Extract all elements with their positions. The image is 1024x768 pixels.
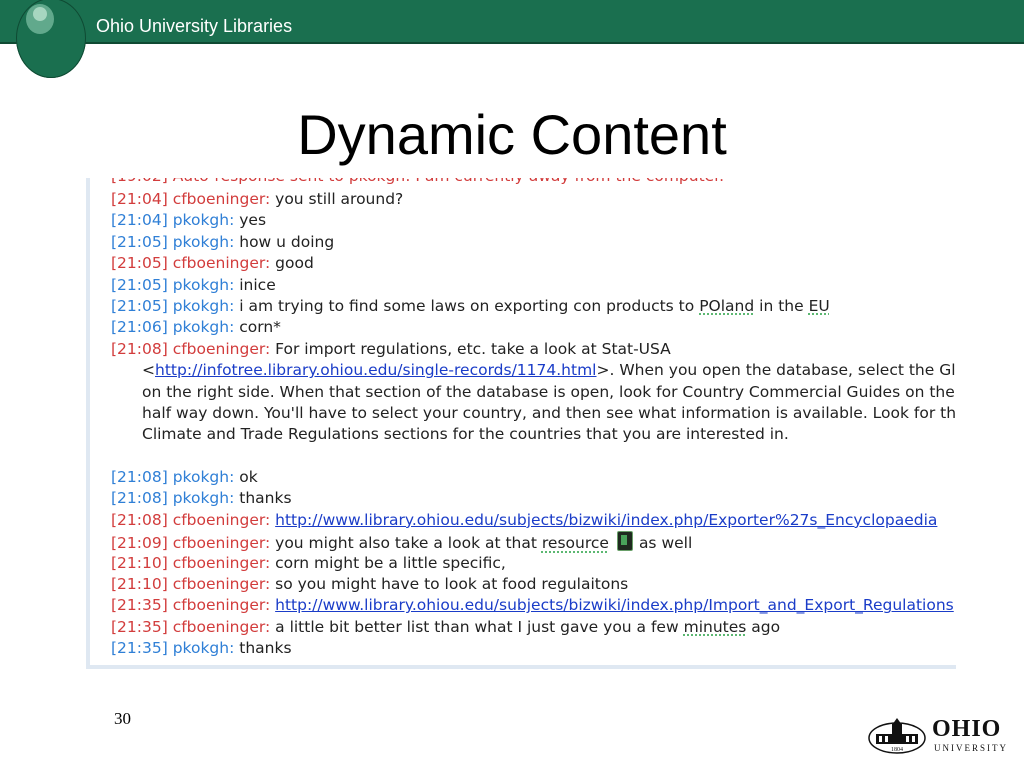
message-sender: cfboeninger: xyxy=(172,596,271,615)
message-sender: cfboeninger: xyxy=(172,575,271,594)
message-sender: pkokgh: xyxy=(172,275,235,294)
chat-message: [21:04] cfboeninger: you still around? xyxy=(111,189,956,210)
book-emoticon-icon xyxy=(616,531,633,552)
message-timestamp: [21:08] xyxy=(111,510,168,529)
chat-message: [21:35] cfboeninger: http://www.library.… xyxy=(111,595,956,616)
message-sender: cfboeninger: xyxy=(172,510,271,529)
chat-message: [21:05] pkokgh: inice xyxy=(111,275,956,296)
message-timestamp: [21:08] xyxy=(111,339,168,358)
message-text: ago xyxy=(751,617,781,636)
message-text: corn might be a little specific, xyxy=(275,553,506,572)
message-continuation: on the right side. When that section of … xyxy=(111,382,956,403)
chat-message: [21:04] pkokgh: yes xyxy=(111,210,956,231)
message-timestamp: [21:05] xyxy=(111,275,168,294)
chat-partial-top-line: [19:02] Auto-response sent to pkokgh: I … xyxy=(111,178,724,187)
message-continuation: <http://infotree.library.ohiou.edu/singl… xyxy=(111,360,956,381)
chat-message: [21:09] cfboeninger: you might also take… xyxy=(111,531,956,552)
message-timestamp: [21:35] xyxy=(111,639,168,658)
message-sender: cfboeninger: xyxy=(172,254,271,273)
message-timestamp: [21:05] xyxy=(111,296,168,315)
chat-message: [21:05] pkokgh: i am trying to find some… xyxy=(111,296,956,317)
message-text: on the right side. When that section of … xyxy=(142,382,956,401)
message-text: good xyxy=(275,254,314,273)
import-export-regulations-link[interactable]: http://www.library.ohiou.edu/subjects/bi… xyxy=(275,596,954,614)
page-number: 30 xyxy=(114,709,131,728)
chat-lines: [21:04] cfboeninger: you still around? [… xyxy=(111,189,956,660)
message-text: i am trying to find some laws on exporti… xyxy=(239,296,695,315)
chat-transcript-screenshot: [19:02] Auto-response sent to pkokgh: I … xyxy=(86,178,956,669)
chat-message: [21:10] cfboeninger: corn might be a lit… xyxy=(111,553,956,574)
message-sender: pkokgh: xyxy=(172,639,235,658)
message-text: inice xyxy=(239,275,276,294)
chat-message: [21:08] pkokgh: ok xyxy=(111,467,956,488)
chat-message: [21:05] pkokgh: how u doing xyxy=(111,232,956,253)
message-continuation: Climate and Trade Regulations sections f… xyxy=(111,424,956,445)
chat-message: [21:35] pkokgh: thanks xyxy=(111,638,956,659)
message-timestamp: [21:35] xyxy=(111,596,168,615)
message-sender: cfboeninger: xyxy=(172,190,271,208)
message-text: thanks xyxy=(239,639,292,658)
message-timestamp: [21:05] xyxy=(111,232,168,251)
chat-message: [21:06] pkokgh: corn* xyxy=(111,317,956,338)
message-text: how u doing xyxy=(239,232,335,251)
message-timestamp: [21:08] xyxy=(111,468,168,487)
message-timestamp: [21:09] xyxy=(111,534,168,553)
message-text: < xyxy=(142,361,155,380)
message-sender: pkokgh: xyxy=(172,232,235,251)
message-timestamp: [21:04] xyxy=(111,190,168,208)
message-timestamp: [21:05] xyxy=(111,254,168,273)
university-seal-icon: 1804 xyxy=(868,718,926,754)
chat-message: [21:10] cfboeninger: so you might have t… xyxy=(111,574,956,595)
spellcheck-word: POland xyxy=(699,296,755,315)
message-sender: pkokgh: xyxy=(172,489,235,508)
message-text: a little bit better list than what I jus… xyxy=(275,617,679,636)
message-text: so you might have to look at food regula… xyxy=(275,575,629,594)
message-text: For import regulations, etc. take a look… xyxy=(275,339,671,358)
exporters-encyclopaedia-link[interactable]: http://www.library.ohiou.edu/subjects/bi… xyxy=(275,511,937,529)
header-title: Ohio University Libraries xyxy=(96,16,293,36)
message-sender: pkokgh: xyxy=(172,468,235,487)
message-text: Climate and Trade Regulations sections f… xyxy=(142,425,789,444)
message-sender: pkokgh: xyxy=(172,211,235,230)
message-text: in the xyxy=(759,296,804,315)
logo-university-text: UNIVERSITY xyxy=(934,743,1008,753)
spellcheck-word: resource xyxy=(541,534,609,553)
slide-title: Dynamic Content xyxy=(297,103,727,166)
chat-message: [21:08] cfboeninger: http://www.library.… xyxy=(111,510,956,531)
message-text: half way down. You'll have to select you… xyxy=(142,403,956,422)
chat-message: [21:35] cfboeninger: a little bit better… xyxy=(111,617,956,638)
chat-message: [21:08] pkokgh: thanks xyxy=(111,488,956,509)
ohio-university-logo: 1804 OHIO UNIVERSITY xyxy=(868,716,1010,756)
message-timestamp: [21:10] xyxy=(111,575,168,594)
message-text: corn* xyxy=(239,318,281,337)
svg-text:1804: 1804 xyxy=(891,747,903,753)
message-sender: cfboeninger: xyxy=(172,339,271,358)
message-text: you might also take a look at that xyxy=(275,534,537,553)
message-text: >. When you open the database, select th… xyxy=(596,361,957,380)
message-text: ok xyxy=(239,468,258,487)
message-sender: pkokgh: xyxy=(172,296,235,315)
message-sender: cfboeninger: xyxy=(172,617,271,636)
message-timestamp: [21:08] xyxy=(111,489,168,508)
message-timestamp: [21:10] xyxy=(111,553,168,572)
message-text: thanks xyxy=(239,489,292,508)
stat-usa-link[interactable]: http://infotree.library.ohiou.edu/single… xyxy=(155,361,597,379)
message-timestamp: [21:35] xyxy=(111,617,168,636)
spellcheck-word: minutes xyxy=(683,617,747,636)
message-text: as well xyxy=(638,534,693,553)
message-sender: cfboeninger: xyxy=(172,534,271,553)
message-text: you still around? xyxy=(275,190,404,208)
message-sender: pkokgh: xyxy=(172,318,235,337)
message-timestamp: [21:04] xyxy=(111,211,168,230)
chat-message: [21:08] cfboeninger: For import regulati… xyxy=(111,339,956,360)
message-timestamp: [21:06] xyxy=(111,318,168,337)
chat-message: [21:05] cfboeninger: good xyxy=(111,253,956,274)
logo-ohio-text: OHIO xyxy=(932,716,1002,742)
message-continuation: half way down. You'll have to select you… xyxy=(111,403,956,424)
spellcheck-word: EU xyxy=(808,296,830,315)
message-sender: cfboeninger: xyxy=(172,553,271,572)
orb-highlight-small xyxy=(33,7,47,21)
message-text: yes xyxy=(239,211,267,230)
